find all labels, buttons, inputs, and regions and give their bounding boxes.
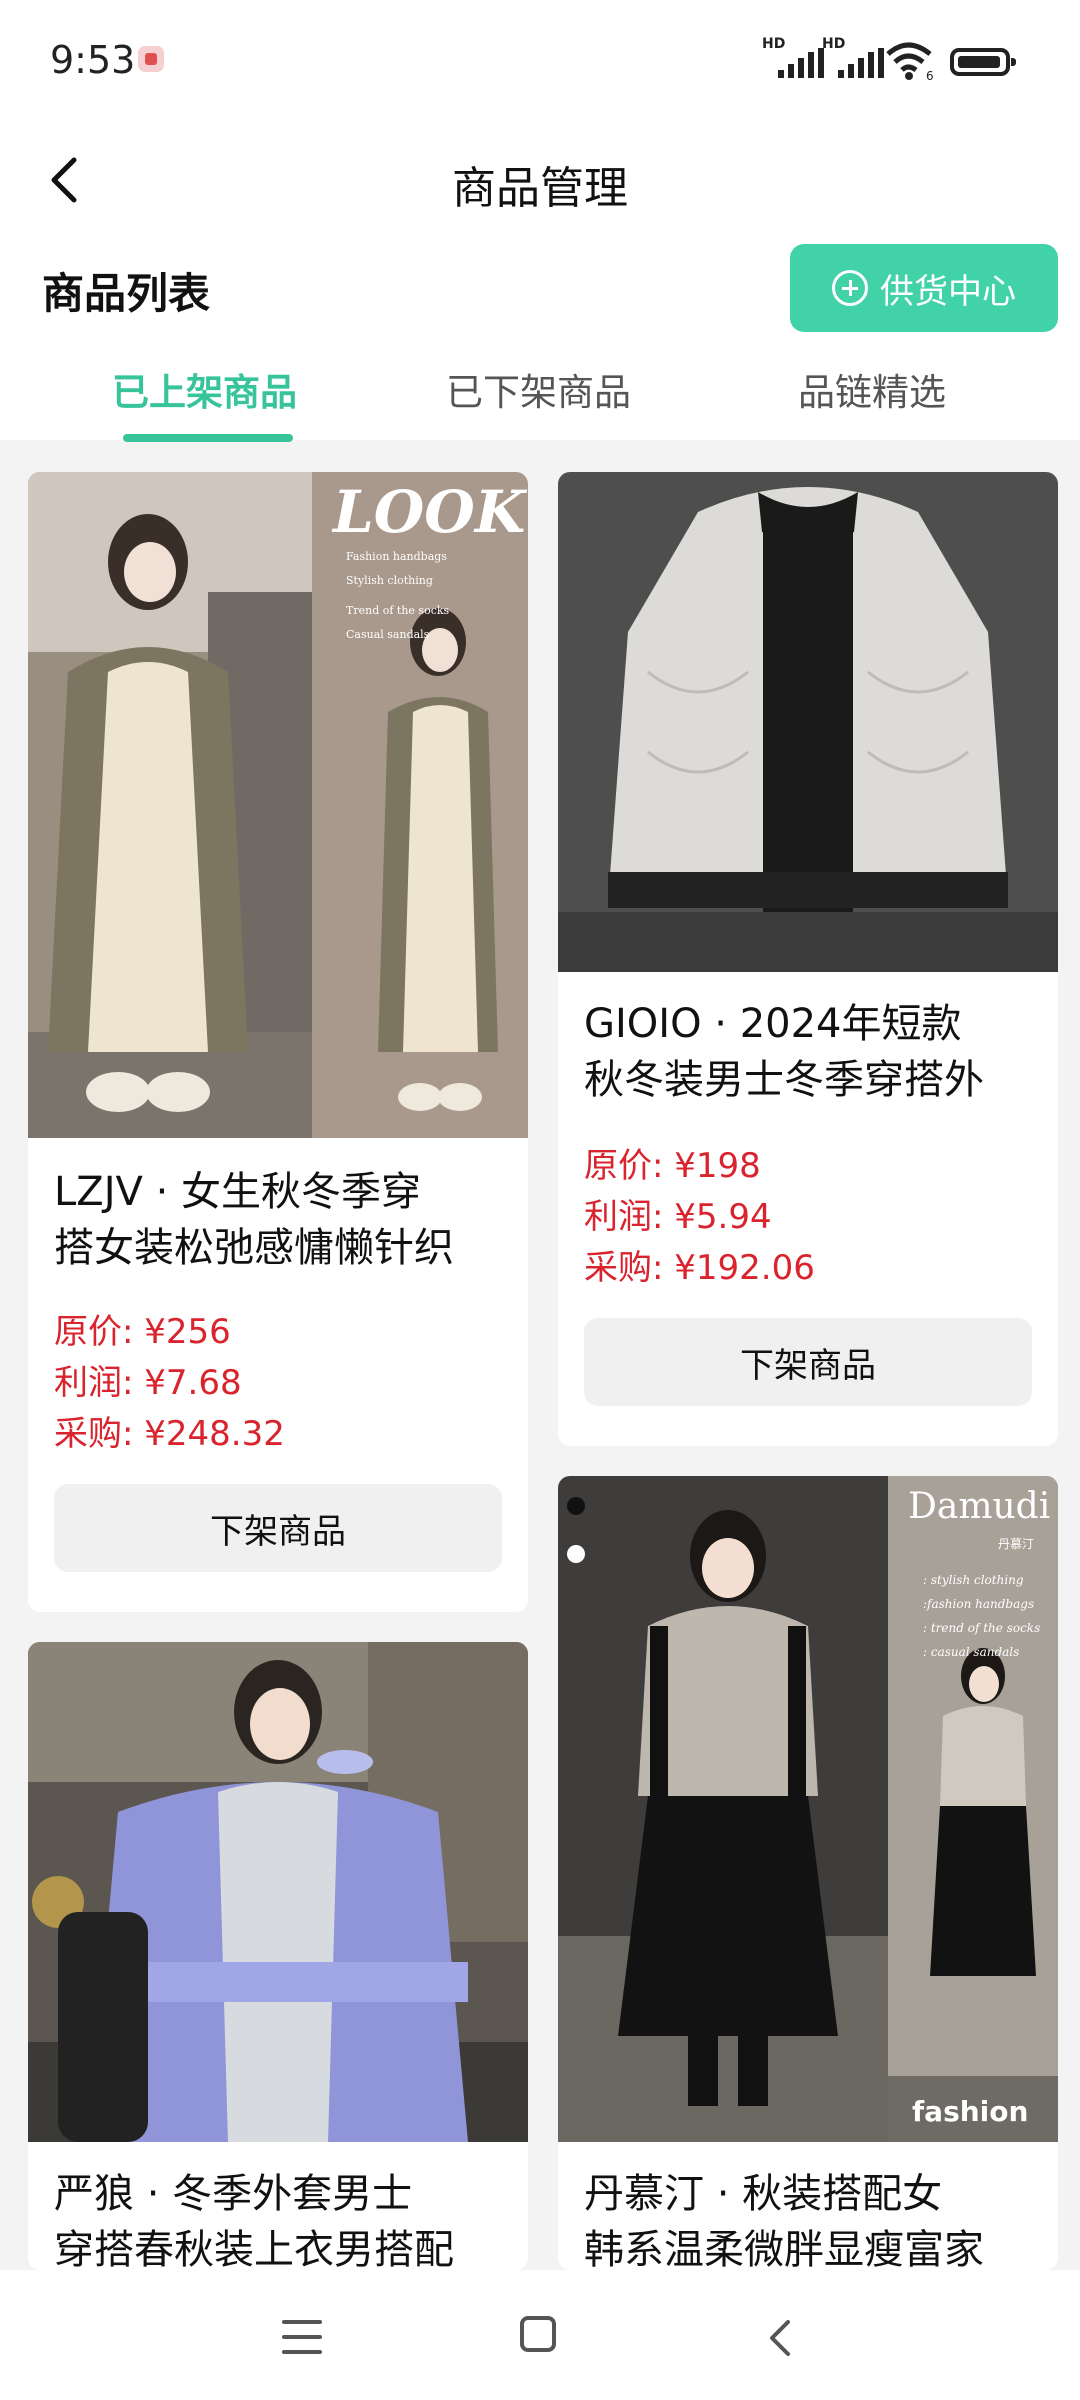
svg-text:: trend of the socks: : trend of the socks (923, 1621, 1040, 1635)
product-card[interactable]: LOOK Fashion handbags Stylish clothing T… (28, 472, 528, 1612)
svg-text:丹慕汀: 丹慕汀 (998, 1537, 1034, 1551)
tab-bar: 已上架商品 已下架商品 品链精选 (0, 348, 1080, 442)
product-image[interactable]: Damudi 丹慕汀 : stylish clothing :fashion h… (558, 1476, 1058, 2142)
image-tag-text: fashion (912, 2095, 1028, 2128)
purchase-price: 采购: ¥192.06 (584, 1248, 815, 1288)
delist-button[interactable]: 下架商品 (54, 1484, 502, 1572)
svg-text:: casual sandals: : casual sandals (923, 1645, 1019, 1659)
original-price: 原价: ¥198 (584, 1146, 761, 1186)
image-brand-text: Damudi (908, 1486, 1050, 1527)
product-title: LZJV · 女生秋冬季穿 搭女装松弛感慵懒针织 (54, 1169, 454, 1271)
svg-text:Fashion handbags: Fashion handbags (346, 550, 447, 563)
battery-icon (950, 48, 1016, 76)
menu-icon[interactable] (282, 2320, 322, 2354)
status-time: 9:53 (50, 38, 136, 82)
product-image[interactable] (558, 472, 1058, 972)
header: 商品管理 商品列表 供货中心 已上架商品 已下架商品 品链精选 (0, 120, 1080, 442)
image-brand-text: LOOK (331, 478, 528, 546)
product-image[interactable]: LOOK Fashion handbags Stylish clothing T… (28, 472, 528, 1138)
supply-center-label: 供货中心 (880, 271, 1016, 312)
tab-listed[interactable]: 已上架商品 (112, 362, 297, 416)
product-card[interactable]: 严狼 · 冬季外套男士 穿搭春秋装上衣男搭配 (28, 1642, 528, 2270)
product-card[interactable]: Damudi 丹慕汀 : stylish clothing :fashion h… (558, 1476, 1058, 2270)
supply-center-button[interactable]: 供货中心 (790, 244, 1058, 332)
active-tab-indicator (123, 434, 293, 442)
page-title: 商品管理 (452, 163, 628, 214)
product-title: GIOIO · 2024年短款 秋冬装男士冬季穿搭外 (584, 1001, 984, 1103)
svg-text:Casual sandals: Casual sandals (346, 628, 430, 641)
status-bar: 9:53 HD HD 6 (0, 0, 1080, 120)
product-card[interactable]: GIOIO · 2024年短款 秋冬装男士冬季穿搭外 原价: ¥198 利润: … (558, 472, 1058, 1446)
profit: 利润: ¥5.94 (584, 1197, 772, 1237)
product-image[interactable] (28, 1642, 528, 2142)
add-circle-icon (832, 270, 868, 306)
original-price: 原价: ¥256 (54, 1312, 231, 1352)
wifi-badge: 6 (926, 69, 934, 82)
purchase-price: 采购: ¥248.32 (54, 1414, 285, 1454)
profit: 利润: ¥7.68 (54, 1363, 242, 1403)
system-nav-bar (0, 2270, 1080, 2400)
section-title: 商品列表 (42, 269, 211, 318)
product-title: 丹慕汀 · 秋装搭配女 韩系温柔微胖显瘦富家 (584, 2171, 984, 2270)
product-title: 严狼 · 冬季外套男士 穿搭春秋装上衣男搭配 (54, 2171, 454, 2270)
svg-text:: stylish clothing: : stylish clothing (923, 1573, 1024, 1587)
tab-delisted[interactable]: 已下架商品 (446, 362, 631, 416)
tab-selection[interactable]: 品链精选 (798, 362, 946, 416)
home-icon[interactable] (520, 2316, 556, 2352)
delist-button[interactable]: 下架商品 (584, 1318, 1032, 1406)
svg-text:Stylish clothing: Stylish clothing (346, 574, 433, 587)
wifi-icon: 6 (886, 42, 934, 82)
nav-back-icon[interactable] (760, 2316, 800, 2360)
signal-2-icon: HD (822, 36, 892, 80)
notification-icon (138, 46, 164, 72)
svg-text:Trend of the socks: Trend of the socks (346, 604, 450, 617)
svg-text::fashion handbags: :fashion handbags (923, 1597, 1034, 1611)
